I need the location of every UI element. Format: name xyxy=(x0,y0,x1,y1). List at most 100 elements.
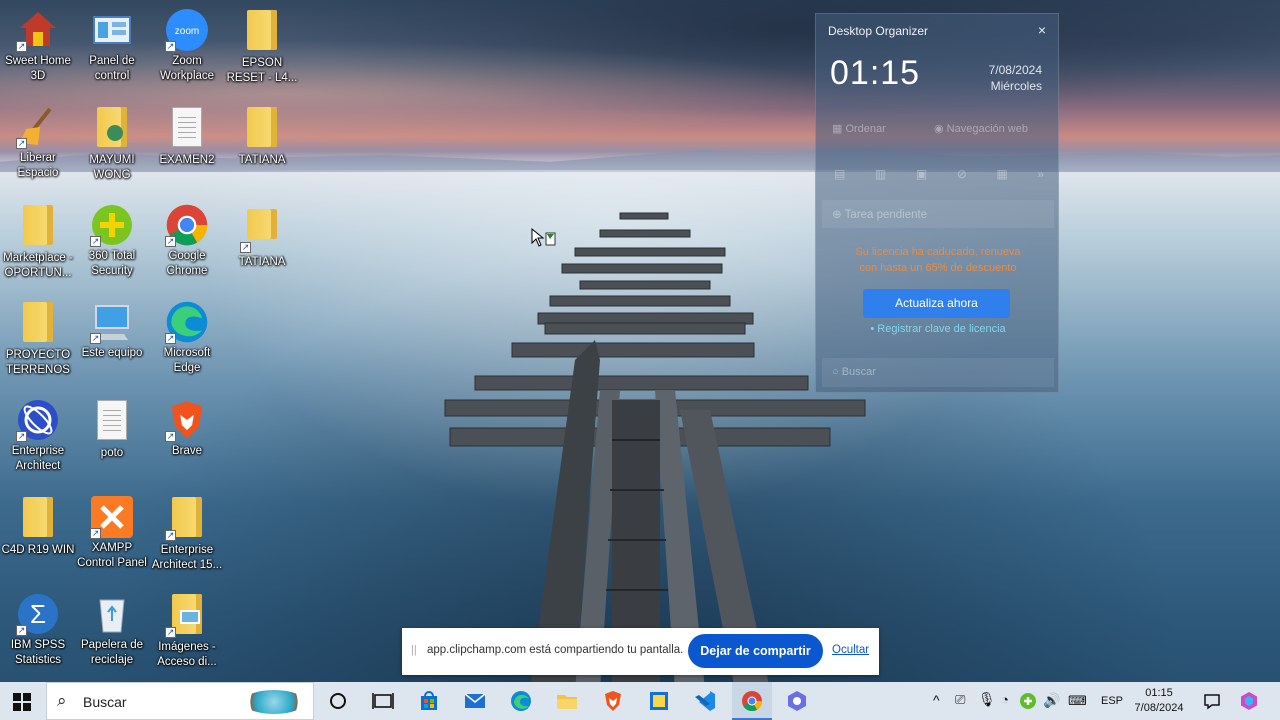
taskbar-date: 7/08/2024 xyxy=(1134,702,1184,714)
desktop-icon[interactable]: Papelera de reciclaje xyxy=(74,592,150,668)
desktop-icon[interactable]: ↗ Brave xyxy=(149,398,225,459)
desktop-icon-label: Enterprise Architect 15... xyxy=(151,544,223,571)
desktop-icon[interactable]: ↗ TATIANA xyxy=(224,203,300,270)
printer-icon[interactable]: ▤ xyxy=(834,167,845,181)
document-icon xyxy=(165,107,209,151)
desktop-icon[interactable]: MAYUMI WONG xyxy=(74,105,150,183)
desktop-icon[interactable]: ↗ Liberar Espacio xyxy=(0,105,76,181)
language-indicator[interactable]: ESP xyxy=(1101,695,1123,720)
drag-handle-icon[interactable]: || xyxy=(411,644,417,656)
desktop-icon-label: poto xyxy=(100,447,124,459)
windows-start-icon[interactable] xyxy=(13,693,31,711)
taskbar-clock[interactable]: 01:15 7/08/2024 xyxy=(1133,686,1185,720)
shortcut-arrow-icon: ↗ xyxy=(16,41,27,52)
shortcut-arrow-icon: ↗ xyxy=(165,41,176,52)
sticky-notes-icon[interactable] xyxy=(646,688,672,714)
security-tray-icon[interactable] xyxy=(1019,692,1037,720)
hide-share-bar-link[interactable]: Ocultar xyxy=(832,644,869,656)
desktop-icon[interactable]: ↗ Enterprise Architect xyxy=(0,398,76,474)
desktop-icon[interactable]: EXAMEN2 xyxy=(149,105,225,168)
edge-icon: ↗ xyxy=(165,300,209,344)
share-message: app.clipchamp.com está compartiendo tu p… xyxy=(427,644,684,656)
chevron-up-icon[interactable]: ^ xyxy=(933,692,940,720)
copilot-preview-icon[interactable] xyxy=(1239,691,1259,720)
update-now-button[interactable]: Actualiza ahora xyxy=(863,289,1010,318)
desktop-icon-label: MAYUMI WONG xyxy=(89,154,135,181)
sort-nav-button[interactable]: ▦ Ordenar xyxy=(832,122,886,135)
web-nav-label: Navegación web xyxy=(946,123,1028,135)
hide-icon[interactable]: ⊘ xyxy=(957,167,967,181)
copilot-icon[interactable] xyxy=(784,688,810,714)
desktop-icon[interactable]: EPSON RESET - L4... xyxy=(224,8,300,86)
document-icon[interactable]: ▥ xyxy=(875,167,886,181)
globe-icon: ◉ xyxy=(934,123,947,135)
desktop-icon[interactable]: ↗ Sweet Home 3D xyxy=(0,8,76,84)
taskbar-search-box[interactable]: ⌕ Buscar xyxy=(46,682,314,720)
file-explorer-icon[interactable] xyxy=(554,688,580,714)
desktop-icon[interactable]: ↗ Enterprise Architect 15... xyxy=(149,495,225,573)
screen-share-bar: || app.clipchamp.com está compartiendo t… xyxy=(402,628,879,675)
folder-icon xyxy=(240,10,284,54)
calculator-icon[interactable]: ▦ xyxy=(996,167,1007,181)
license-msg-line1: Su licencia ha caducado, renueva xyxy=(855,246,1021,258)
desktop-icon[interactable]: TATIANA xyxy=(224,105,300,168)
task-view-icon[interactable] xyxy=(370,688,396,714)
desktop-icon-label: 360 Total Security xyxy=(88,250,136,277)
desktop-icon-label: Sweet Home 3D xyxy=(5,55,71,82)
microphone-icon[interactable]: 🎙 xyxy=(978,691,996,720)
vscode-icon[interactable] xyxy=(692,688,718,714)
desktop-icon-label: EXAMEN2 xyxy=(159,154,215,166)
desktop-icon[interactable]: ↗ Google Chrome xyxy=(149,203,225,279)
close-icon[interactable]: × xyxy=(1038,22,1046,38)
web-nav-button[interactable]: ◉ Navegación web xyxy=(934,122,1028,135)
chrome-taskbar-button[interactable] xyxy=(732,682,772,720)
meet-now-icon[interactable]: ⎚ xyxy=(955,692,965,720)
desktop-icon[interactable]: Marketplace - OPORTUN... xyxy=(0,203,76,281)
organizer-search-input[interactable]: ○ Buscar xyxy=(822,358,1054,387)
folder-icon xyxy=(16,497,60,541)
mail-icon[interactable] xyxy=(462,688,488,714)
task-input[interactable]: ⊕ Tarea pendiente xyxy=(822,200,1054,228)
organizer-search-placeholder: Buscar xyxy=(841,366,876,378)
pictures-folder-icon: ↗ xyxy=(165,594,209,638)
chrome-icon: ↗ xyxy=(165,203,209,247)
computer-icon: ↗ xyxy=(90,300,134,344)
desktop-icon[interactable]: PROYECTO TERRENOS xyxy=(0,300,76,378)
desktop-icon[interactable]: zoom ↗ Zoom Workplace xyxy=(149,8,225,84)
folder-shortcut-icon: ↗ xyxy=(240,209,284,253)
desktop-icon-label: Imágenes - Acceso di... xyxy=(157,641,217,668)
calendar-icon[interactable]: ▣ xyxy=(916,167,927,181)
shortcut-arrow-icon: ↗ xyxy=(165,333,176,344)
enterprise-architect-icon: ↗ xyxy=(16,398,60,442)
network-icon[interactable]: ◔ xyxy=(1001,692,1009,720)
shortcut-arrow-icon: ↗ xyxy=(165,236,176,247)
shortcut-arrow-icon: ↗ xyxy=(16,138,27,149)
desktop-icon[interactable]: ↗ Imágenes - Acceso di... xyxy=(149,592,225,670)
cortana-icon[interactable] xyxy=(325,688,351,714)
keyboard-icon[interactable]: ⌨ xyxy=(1068,693,1087,720)
desktop-icon-label: IBM SPSS Statistics xyxy=(10,639,66,666)
desktop-icon-label: C4D R19 WIN xyxy=(1,544,75,556)
desktop-icon[interactable]: ↗ XAMPP Control Panel xyxy=(74,495,150,571)
chevron-right-icon[interactable]: » xyxy=(1037,167,1044,181)
xampp-icon: ↗ xyxy=(90,495,134,539)
desktop-icon-label: Zoom Workplace xyxy=(159,55,215,82)
desktop-icon[interactable]: poto xyxy=(74,398,150,461)
desktop-icon[interactable]: ↗ Microsoft Edge xyxy=(149,300,225,376)
stop-sharing-button[interactable]: Dejar de compartir xyxy=(688,634,823,668)
desktop-icon[interactable]: Σ ↗ IBM SPSS Statistics xyxy=(0,592,76,668)
desktop-icon[interactable]: ↗ Este equipo xyxy=(74,300,150,361)
register-license-link[interactable]: • Registrar clave de licencia xyxy=(826,323,1050,335)
store-icon[interactable] xyxy=(416,688,442,714)
edge-icon[interactable] xyxy=(508,688,534,714)
desktop-icon-label: Brave xyxy=(171,445,203,457)
desktop-icon[interactable]: ↗ 360 Total Security xyxy=(74,203,150,279)
volume-icon[interactable]: 🔊 xyxy=(1043,692,1060,720)
license-msg-line2: con hasta un 65% de descuento xyxy=(859,262,1017,274)
desktop-icon[interactable]: C4D R19 WIN xyxy=(0,495,76,558)
desktop-icon[interactable]: Panel de control xyxy=(74,8,150,84)
desktop-icon-label: Enterprise Architect xyxy=(11,445,65,472)
brave-icon[interactable] xyxy=(600,688,626,714)
shortcut-arrow-icon: ↗ xyxy=(90,236,101,247)
notifications-icon[interactable] xyxy=(1203,692,1221,720)
